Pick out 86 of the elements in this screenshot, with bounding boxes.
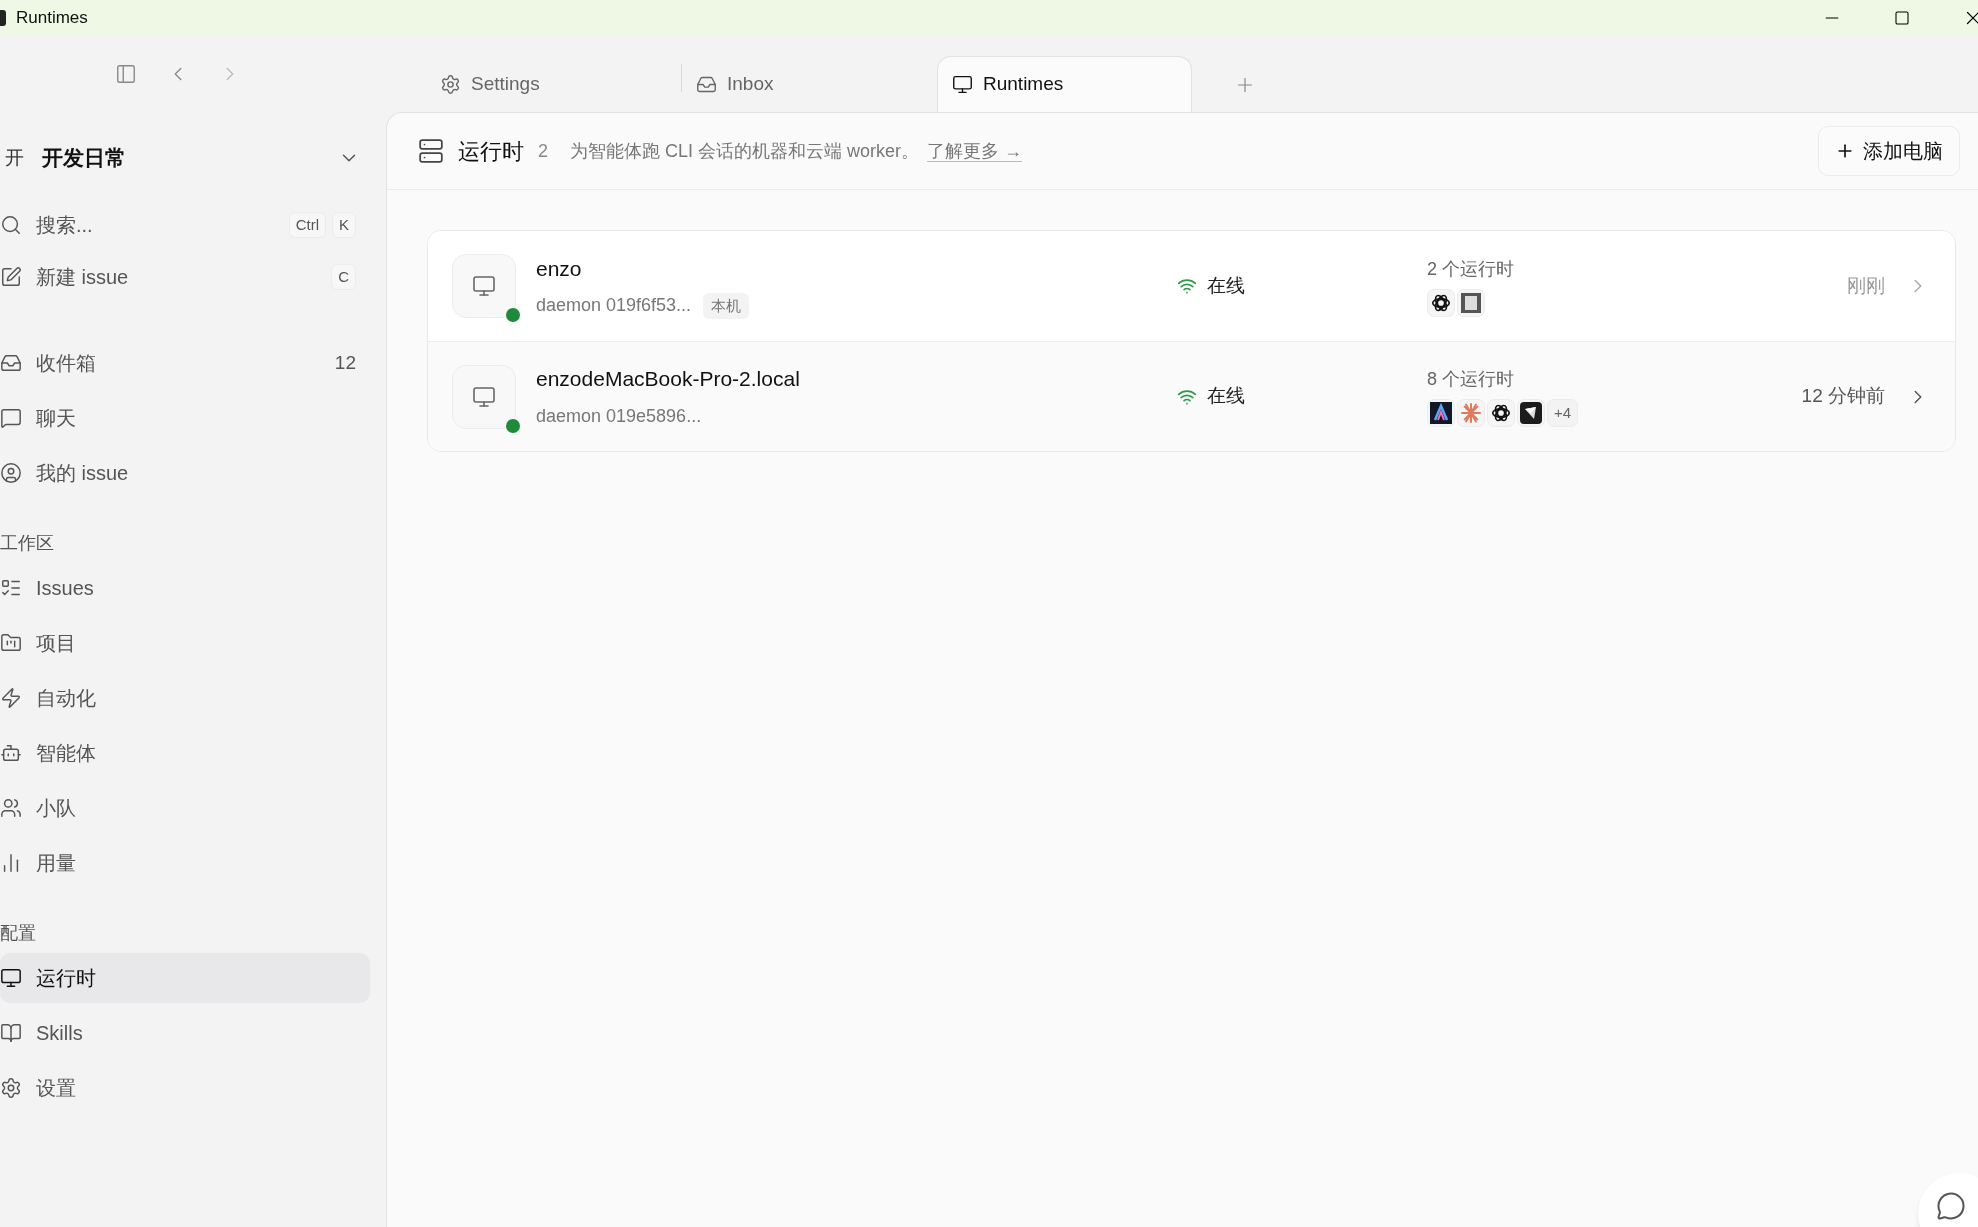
- sidebar-item-icon: [0, 214, 22, 236]
- sidebar-item-label: 我的 issue: [36, 461, 130, 486]
- shortcut-key: K: [332, 212, 356, 238]
- page-title: 运行时: [458, 137, 524, 166]
- sidebar-item[interactable]: 智能体: [0, 728, 370, 778]
- monitor-icon: [472, 384, 496, 409]
- tab-icon: [440, 73, 461, 95]
- section-heading: 工作区: [0, 531, 55, 555]
- unread-count: 12: [334, 350, 356, 375]
- sidebar-item-label: 收件箱: [36, 351, 97, 376]
- cube-logo-icon: [1520, 402, 1542, 424]
- server-icon: [418, 138, 444, 164]
- sidebar-item-label: 小队: [36, 796, 77, 821]
- last-seen: 12 分钟前: [1801, 384, 1885, 409]
- sidebar-item[interactable]: 收件箱 12: [0, 338, 370, 388]
- sidebar-item[interactable]: 用量: [0, 838, 370, 888]
- sidebar-item-label: 搜索...: [36, 213, 94, 238]
- sidebar-item-icon: [0, 352, 22, 374]
- app-icon: [0, 10, 6, 26]
- tab[interactable]: Runtimes: [937, 56, 1192, 112]
- peak-logo-icon: [1430, 402, 1452, 424]
- sidebar-item[interactable]: 新建 issue C: [0, 252, 370, 302]
- daemon-id: daemon 019f6f53...: [536, 294, 692, 318]
- sidebar-item-label: Skills: [36, 1021, 84, 1046]
- sidebar-item[interactable]: 聊天: [0, 393, 370, 443]
- sidebar-item[interactable]: Issues: [0, 563, 370, 613]
- sidebar-item-icon: [0, 407, 22, 429]
- shortcut-key: C: [331, 264, 356, 290]
- workspace-initial: 开: [3, 145, 25, 170]
- connection-status: 在线: [1207, 273, 1245, 298]
- add-computer-button[interactable]: 添加电脑: [1818, 126, 1960, 176]
- local-tag: 本机: [703, 292, 750, 319]
- connection-status: 在线: [1207, 384, 1245, 409]
- sidebar-item[interactable]: 我的 issue: [0, 448, 370, 498]
- sidebar-item-label: 聊天: [36, 406, 77, 431]
- sidebar-item-icon: [0, 1022, 22, 1044]
- sidebar-toggle-icon[interactable]: [115, 63, 137, 85]
- sidebar-item-label: 设置: [36, 1076, 77, 1101]
- machine-row[interactable]: enzodeMacBook-Pro-2.local daemon 019e5896... 在线 8 个运行时 +4 12 分钟前: [428, 341, 1955, 451]
- sidebar-item-label: Issues: [36, 576, 95, 601]
- tab-icon: [952, 74, 973, 95]
- sidebar-item-icon: [0, 1077, 22, 1099]
- shortcut-key: Ctrl: [288, 212, 326, 238]
- sidebar-item[interactable]: 设置: [0, 1063, 370, 1113]
- workspace-switcher[interactable]: 开 开发日常: [0, 130, 360, 186]
- sidebar-item[interactable]: 搜索... Ctrl K: [0, 200, 370, 250]
- sidebar-item[interactable]: 项目: [0, 618, 370, 668]
- sidebar-item-icon: [0, 266, 22, 288]
- sidebar-item-icon: [0, 462, 22, 484]
- sidebar-item[interactable]: 运行时: [0, 953, 370, 1003]
- wifi-icon: [1177, 276, 1197, 296]
- runtime-count: 2: [538, 139, 548, 163]
- sidebar-item-icon: [0, 687, 22, 709]
- more-runtimes: +4: [1547, 399, 1579, 427]
- sidebar-item-label: 项目: [36, 631, 77, 656]
- section-heading: 配置: [0, 921, 37, 945]
- machine-name: enzodeMacBook-Pro-2.local: [536, 366, 801, 393]
- workspace-name: 开发日常: [42, 145, 127, 172]
- maximize-icon[interactable]: [1894, 10, 1910, 26]
- chat-bubble-icon: [1936, 1191, 1966, 1221]
- sidebar-item-icon: [0, 797, 22, 819]
- knot-logo-icon: [1490, 402, 1512, 424]
- learn-more-link[interactable]: 了解更多 →: [927, 137, 1023, 165]
- machine-name: enzo: [536, 255, 583, 282]
- sidebar-item-icon: [0, 967, 22, 989]
- sidebar-item[interactable]: 自动化: [0, 673, 370, 723]
- tab[interactable]: Inbox: [682, 56, 937, 112]
- sidebar-item-icon: [0, 632, 22, 654]
- tab[interactable]: Settings: [426, 56, 681, 112]
- sidebar-item-label: 运行时: [36, 966, 97, 991]
- window-title: Runtimes: [16, 7, 88, 30]
- sidebar-item[interactable]: Skills: [0, 1008, 370, 1058]
- sidebar-item-icon: [0, 742, 22, 764]
- sidebar-item-label: 自动化: [36, 686, 97, 711]
- daemon-id: daemon 019e5896...: [536, 404, 702, 428]
- burst-logo-icon: [1460, 402, 1482, 424]
- sidebar-item[interactable]: 小队: [0, 783, 370, 833]
- monitor-icon: [472, 274, 496, 298]
- runtime-count-label: 2 个运行时: [1427, 257, 1514, 281]
- square-logo-icon: [1460, 291, 1482, 314]
- last-seen: 刚刚: [1847, 273, 1885, 298]
- page-description: 为智能体跑 CLI 会话的机器和云端 worker。: [570, 139, 920, 163]
- sidebar-item-label: 用量: [36, 851, 77, 876]
- sidebar-item-label: 智能体: [36, 741, 97, 766]
- sidebar-item-label: 新建 issue: [36, 265, 130, 290]
- runtime-count-label: 8 个运行时: [1427, 368, 1515, 391]
